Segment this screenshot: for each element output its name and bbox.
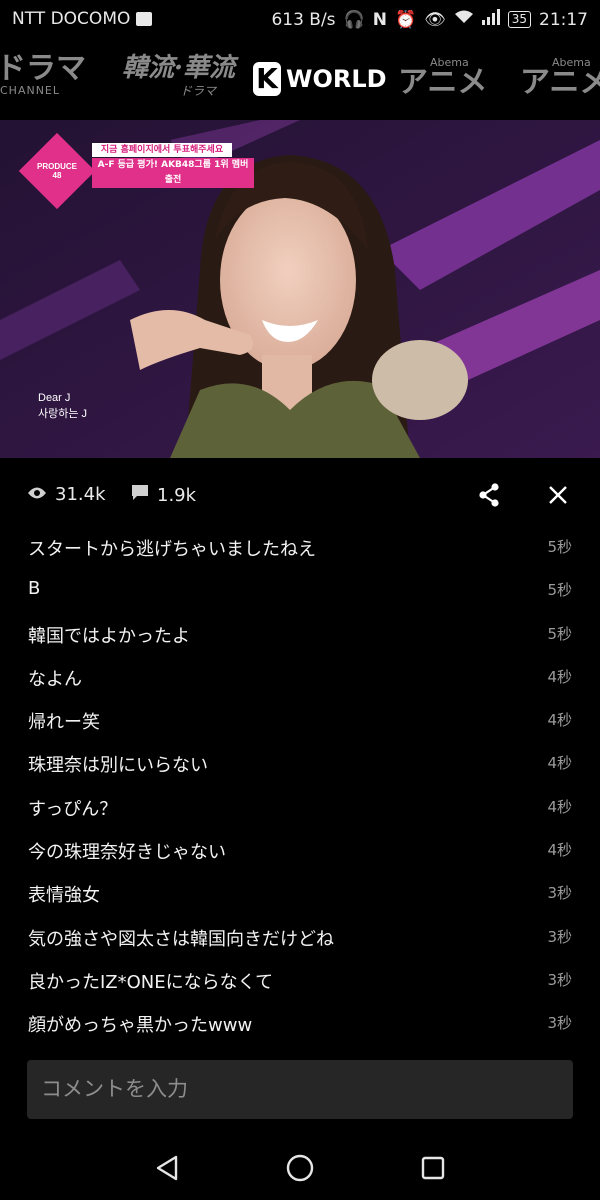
comment-time: 3秒 (547, 1014, 572, 1033)
comment-row: B 5秒 (0, 568, 600, 611)
comment-row: 顔がめっちゃ黒かったwww 3秒 (0, 1001, 600, 1044)
eye-icon (27, 484, 47, 505)
comment-text: 今の珠理奈好きじゃない (28, 842, 226, 864)
comment-time: 4秒 (547, 797, 572, 816)
comment-count: 1.9k (131, 484, 196, 507)
clock: 21:17 (539, 9, 588, 30)
channel-kworld[interactable]: K WORLD (253, 62, 387, 96)
channel-abema-anime[interactable]: Abema アニメ (398, 56, 488, 100)
channel-abema-anime-label: アニメ (398, 65, 488, 100)
comment-time: 5秒 (547, 538, 572, 556)
comment-time: 3秒 (547, 884, 572, 903)
comment-time: 4秒 (547, 754, 572, 773)
home-button[interactable] (283, 1151, 317, 1185)
network-speed: 613 B/s (271, 9, 336, 30)
comment-text: 顔がめっちゃ黒かったwww (28, 1015, 253, 1037)
channel-kworld-label: WORLD (286, 65, 387, 93)
kworld-logo: K (253, 62, 281, 96)
comment-row: すっぴん？ 4秒 (0, 785, 600, 828)
system-nav-bar (0, 1133, 600, 1200)
comment-row: 韓国ではよかったよ 5秒 (0, 612, 600, 655)
comment-time: 4秒 (547, 711, 572, 730)
comment-text: 帰れー笑 (28, 712, 100, 734)
wifi-icon (454, 9, 474, 30)
home-circle-icon (286, 1154, 314, 1182)
comment-row: 珠理奈は別にいらない 4秒 (0, 741, 600, 784)
comment-time: 3秒 (547, 970, 572, 989)
channel-kanryu-sub: ドラマ (180, 84, 217, 98)
comment-list[interactable]: スタートから逃げちゃいましたねえ 5秒 B 5秒 韓国ではよかったよ 5秒 なよん 4秒… (0, 525, 600, 1045)
comment-text: スタートから逃げちゃいましたねえ (28, 539, 316, 560)
comment-text: すっぴん？ (28, 798, 118, 820)
carrier-name: NTT DOCOMO (12, 9, 131, 29)
comment-row: 気の強さや図太さは韓国向きだけどね 3秒 (0, 915, 600, 958)
comment-icon (131, 484, 149, 507)
comment-row: なよん 4秒 (0, 655, 600, 698)
comment-time: 4秒 (547, 667, 572, 686)
comment-row: 良かったIZ*ONEにならなくて 3秒 (0, 958, 600, 1001)
battery-icon: 35 (507, 11, 531, 28)
song-caption: Dear J 사랑하는 J (38, 390, 87, 422)
song-caption-line1: Dear J (38, 392, 71, 404)
comment-time: 5秒 (547, 581, 572, 600)
recents-button[interactable] (416, 1151, 450, 1185)
comment-text: 珠理奈は別にいらない (28, 755, 208, 777)
comment-row: 今の珠理奈好きじゃない 4秒 (0, 828, 600, 871)
headphones-icon: 🎧 (343, 9, 365, 30)
channel-bar: ドラマ CHANNEL 韓流·華流 ドラマ K WORLD Abema アニメ … (0, 40, 600, 120)
eye-comfort-icon: 👁 (424, 9, 446, 30)
activity-icon (136, 12, 153, 26)
share-icon (479, 483, 499, 507)
program-banner-main: A-F 등급 평가! AKB48그룹 1위 멤버 출전 (92, 158, 254, 188)
comment-text: 表情強女 (28, 885, 100, 907)
channel-drama-label: ドラマ (0, 51, 86, 86)
channel-abema-anime-2[interactable]: Abema アニメ (520, 56, 600, 100)
comment-row: スタートから逃げちゃいましたねえ 5秒 (0, 525, 600, 568)
comment-time: 3秒 (547, 927, 572, 946)
recents-square-icon (421, 1156, 445, 1180)
info-bar: 31.4k 1.9k (0, 470, 600, 520)
close-icon (549, 486, 567, 504)
comment-time: 4秒 (547, 841, 572, 860)
comment-row: 帰れー笑 4秒 (0, 698, 600, 741)
share-button[interactable] (474, 480, 504, 510)
comment-text: 良かったIZ*ONEにならなくて (28, 971, 274, 993)
program-banner-top: 지금 홈페이지에서 투표해주세요 (92, 143, 232, 157)
comment-text: B (28, 578, 41, 600)
back-triangle-icon (156, 1155, 178, 1181)
channel-kanryu[interactable]: 韓流·華流 ドラマ (122, 54, 235, 99)
channel-drama[interactable]: ドラマ CHANNEL (0, 51, 86, 98)
close-button[interactable] (543, 480, 573, 510)
status-bar: NTT DOCOMO 613 B/s 🎧 N ⏰ 👁 35 21:17 (0, 0, 600, 40)
back-button[interactable] (150, 1151, 184, 1185)
comment-text: 韓国ではよかったよ (28, 625, 190, 647)
comment-input[interactable]: コメントを入力 (27, 1060, 573, 1119)
channel-abema-anime-2-label: アニメ (520, 65, 600, 100)
alarm-icon: ⏰ (394, 9, 417, 30)
comment-count-value: 1.9k (157, 485, 197, 506)
comment-row: 表情強女 3秒 (0, 871, 600, 914)
comment-text: なよん (28, 668, 82, 690)
view-count: 31.4k (27, 484, 106, 505)
song-caption-line2: 사랑하는 J (38, 408, 88, 420)
signal-icon (481, 9, 500, 30)
comment-time: 5秒 (547, 624, 572, 643)
video-player[interactable]: PRODUCE 48 지금 홈페이지에서 투표해주세요 A-F 등급 평가! A… (0, 120, 600, 458)
nfc-icon: N (372, 9, 387, 30)
comment-text: 気の強さや図太さは韓国向きだけどね (28, 928, 334, 950)
view-count-value: 31.4k (55, 484, 106, 505)
channel-kanryu-label: 韓流·華流 (122, 53, 236, 83)
